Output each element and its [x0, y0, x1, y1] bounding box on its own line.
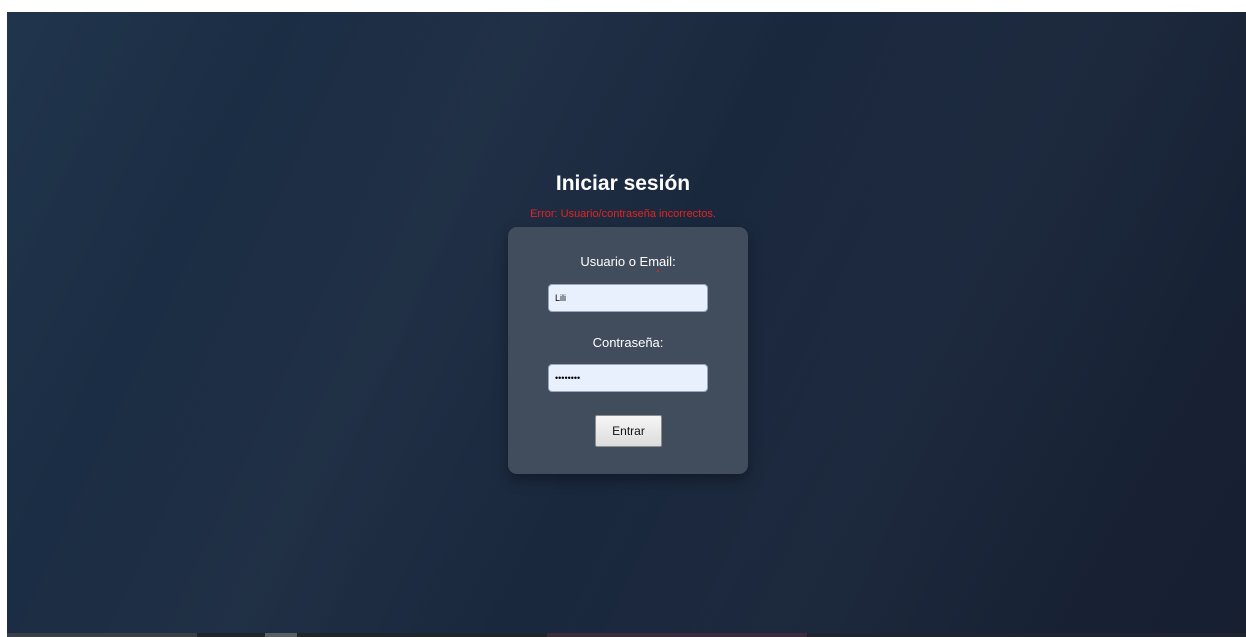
error-message: Error: Usuario/contraseña incorrectos. — [530, 208, 716, 220]
required-dot — [657, 270, 659, 272]
page-title: Iniciar sesión — [555, 172, 691, 195]
screen: Iniciar sesión Error: Usuario/contraseña… — [0, 0, 1246, 637]
password-label: Contraseña: — [592, 335, 664, 350]
password-input[interactable] — [548, 364, 708, 392]
username-label: Usuario o Email: — [580, 254, 676, 269]
username-input[interactable] — [548, 284, 708, 312]
submit-button[interactable]: Entrar — [595, 415, 662, 447]
taskbar-segment — [547, 633, 807, 637]
taskbar-segment — [265, 633, 297, 637]
taskbar-strip — [7, 633, 1246, 637]
taskbar-segment — [7, 633, 197, 637]
login-form: Usuario o Email: Contraseña: Entrar — [508, 227, 748, 474]
